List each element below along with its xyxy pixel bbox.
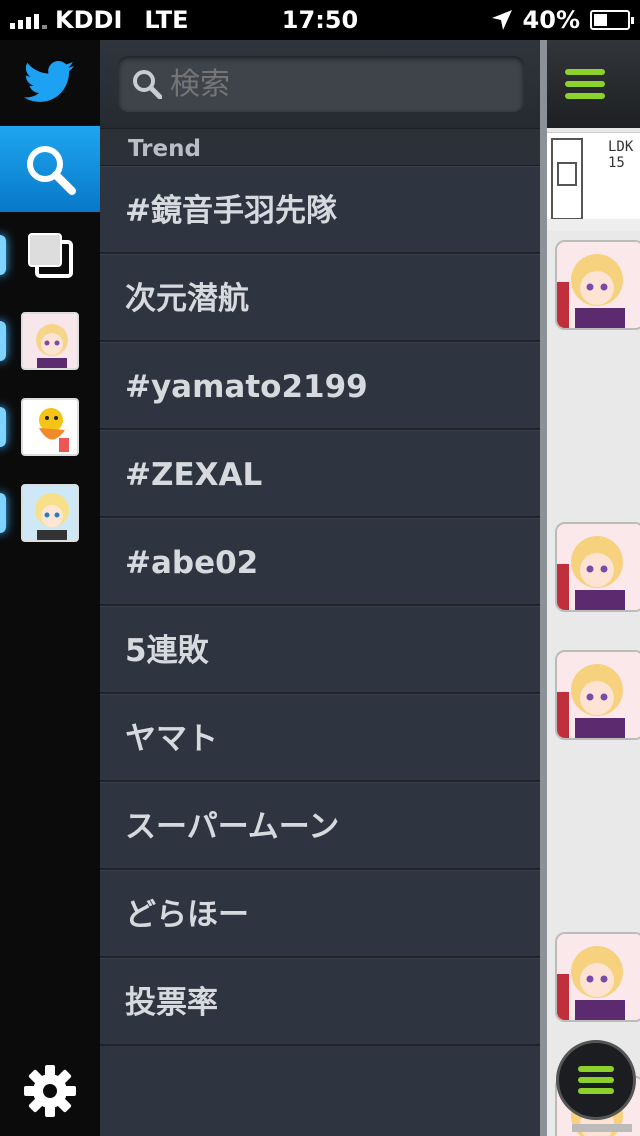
left-rail	[0, 40, 100, 1136]
tweet-avatar[interactable]	[555, 240, 640, 330]
lists-icon	[28, 233, 73, 278]
trend-item[interactable]: 投票率	[100, 958, 540, 1046]
lists-tab[interactable]	[0, 212, 100, 298]
settings-button[interactable]	[0, 1048, 100, 1134]
scroll-indicator	[572, 1124, 632, 1132]
menu-icon	[578, 1066, 614, 1094]
twitter-bird-icon[interactable]	[0, 40, 100, 126]
location-arrow-icon	[491, 10, 512, 30]
search-icon	[27, 146, 76, 195]
menu-icon[interactable]	[565, 67, 605, 101]
trend-item[interactable]: ヤマト	[100, 694, 540, 782]
search-field[interactable]	[118, 56, 524, 112]
trend-item[interactable]: どらほー	[100, 870, 540, 958]
trend-header: Trend	[100, 128, 540, 166]
trend-item[interactable]: #yamato2199	[100, 342, 540, 430]
thumbnail-text: LDK 15	[608, 139, 634, 171]
account-avatar-1[interactable]	[0, 298, 100, 384]
trend-item[interactable]: #abe02	[100, 518, 540, 606]
status-bar: KDDI LTE 17:50 40%	[0, 0, 640, 40]
avatar	[21, 312, 79, 370]
unread-indicator	[0, 493, 6, 533]
panel-divider[interactable]	[540, 40, 547, 1136]
trend-item[interactable]: スーパームーン	[100, 782, 540, 870]
tweet-avatar[interactable]	[555, 650, 640, 740]
signal-icon	[10, 11, 47, 29]
gear-icon	[24, 1065, 76, 1117]
search-header	[100, 40, 540, 128]
account-avatar-2[interactable]	[0, 384, 100, 470]
image-thumbnail[interactable]: LDK 15	[547, 132, 640, 231]
search-tab[interactable]	[0, 126, 100, 212]
timeline-header	[547, 40, 640, 128]
search-panel: Trend #鏡音手羽先隊 次元潜航 #yamato2199 #ZEXAL #a…	[100, 40, 540, 1136]
timeline-preview[interactable]: LDK 15	[547, 40, 640, 1136]
trend-item[interactable]: 5連敗	[100, 606, 540, 694]
carrier-label: KDDI	[55, 6, 123, 34]
account-avatar-3[interactable]	[0, 470, 100, 556]
unread-indicator	[0, 321, 6, 361]
search-icon	[133, 70, 162, 99]
trend-list: #鏡音手羽先隊 次元潜航 #yamato2199 #ZEXAL #abe02 5…	[100, 166, 540, 1046]
trend-item[interactable]: #ZEXAL	[100, 430, 540, 518]
unread-indicator	[0, 407, 6, 447]
trend-item[interactable]: 次元潜航	[100, 254, 540, 342]
trend-item[interactable]: #鏡音手羽先隊	[100, 166, 540, 254]
network-label: LTE	[144, 6, 189, 34]
tweet-avatar[interactable]	[555, 522, 640, 612]
floating-menu-button[interactable]	[556, 1040, 636, 1120]
unread-indicator	[0, 235, 6, 275]
battery-icon	[590, 10, 634, 30]
avatar	[21, 398, 79, 456]
avatar	[21, 484, 79, 542]
tweet-avatar[interactable]	[555, 932, 640, 1022]
battery-percent: 40%	[522, 6, 580, 34]
search-input[interactable]	[170, 66, 510, 102]
